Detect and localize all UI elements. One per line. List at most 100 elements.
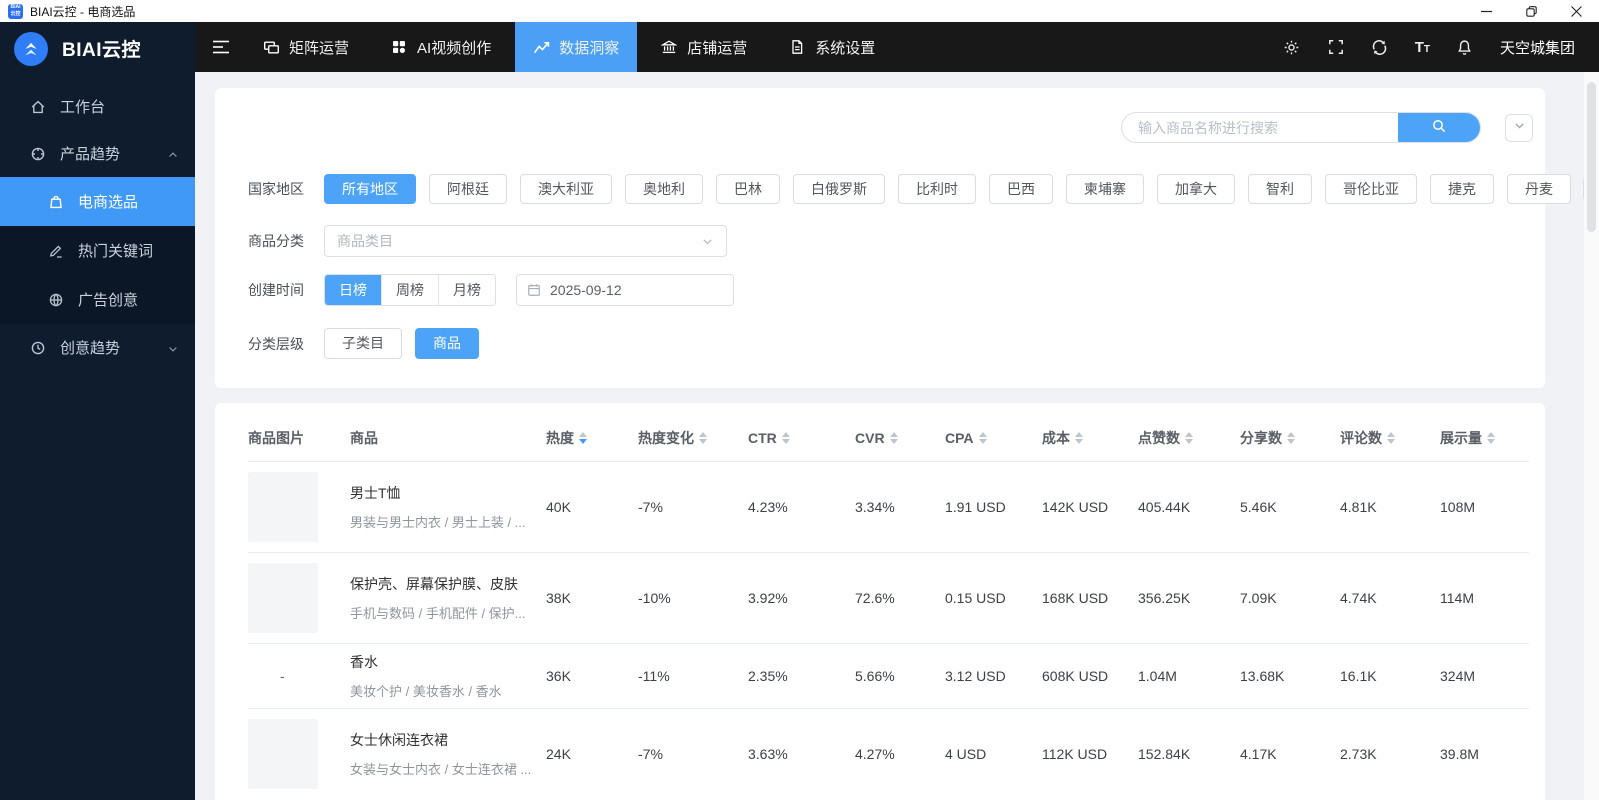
sort-icon[interactable]	[1075, 432, 1083, 444]
tab-daily[interactable]: 日榜	[325, 275, 381, 305]
tab-weekly[interactable]: 周榜	[381, 275, 438, 305]
sort-icon[interactable]	[1487, 432, 1495, 444]
nav-item-data-insight[interactable]: 数据洞察	[515, 22, 638, 72]
table-row[interactable]: 男士T恤 男装与男士内衣 / 男士上装 / ... 40K -7% 4.23% …	[248, 461, 1529, 552]
clock-icon	[30, 340, 46, 356]
tab-monthly[interactable]: 月榜	[438, 275, 495, 305]
chevron-down-icon	[167, 342, 179, 354]
product-image	[248, 472, 318, 542]
sidebar-item-ecommerce-selection[interactable]: 电商选品	[0, 177, 195, 226]
country-option[interactable]: 加拿大	[1157, 174, 1235, 204]
restore-button[interactable]	[1509, 0, 1554, 22]
country-option[interactable]: 阿根廷	[429, 174, 507, 204]
column-header: 商品	[350, 430, 378, 446]
sort-icon[interactable]	[1287, 432, 1295, 444]
country-option[interactable]: 巴林	[716, 174, 780, 204]
heat-cell: 24K	[546, 746, 571, 762]
column-header: 展示量	[1440, 428, 1529, 448]
nav-item-matrix-operation[interactable]: 矩阵运营	[245, 22, 367, 72]
nav-item-label: 矩阵运营	[289, 39, 350, 57]
shares-cell: 4.17K	[1240, 746, 1277, 762]
product-cell: 男士T恤 男装与男士内衣 / 男士上装 / ...	[350, 483, 546, 531]
sidebar-group-product-trend[interactable]: 产品趋势	[0, 130, 195, 177]
sort-icon[interactable]	[781, 432, 790, 444]
font-size-icon[interactable]: TT	[1415, 39, 1430, 56]
sort-icon[interactable]	[889, 432, 898, 444]
nav-item-shop-operation[interactable]: 店铺运营	[643, 22, 765, 72]
shares-cell: 7.09K	[1240, 590, 1277, 606]
nav-item-label: 数据洞察	[559, 39, 620, 57]
nav-item-ai-video[interactable]: AI视频创作	[373, 22, 509, 72]
collapse-menu-icon[interactable]	[203, 22, 239, 72]
country-option[interactable]: 奥地利	[625, 174, 703, 204]
sidebar-item-hot-keywords[interactable]: 热门关键词	[0, 226, 195, 275]
window-title: BIAI云控 - 电商选品	[30, 4, 136, 19]
ctr-cell: 3.63%	[748, 746, 788, 762]
category-select-placeholder: 商品类目	[337, 233, 393, 249]
column-header: CVR	[855, 430, 945, 446]
level-option-subcategory[interactable]: 子类目	[324, 328, 402, 359]
product-category-path: 美妆个护 / 美妆香水 / 香水	[350, 684, 502, 699]
cost-cell: 608K USD	[1042, 668, 1109, 684]
country-option[interactable]: 智利	[1248, 174, 1312, 204]
close-button[interactable]	[1554, 0, 1599, 22]
collapse-panel-button[interactable]	[1505, 113, 1533, 142]
shares-cell: 13.68K	[1240, 668, 1285, 684]
sort-icon[interactable]	[1185, 432, 1193, 444]
bell-icon[interactable]	[1456, 38, 1474, 56]
ctr-cell: 4.23%	[748, 499, 788, 515]
table-row[interactable]: 保护壳、屏幕保护膜、皮肤 手机与数码 / 手机配件 / 保护... 38K -1…	[248, 552, 1529, 643]
table-row[interactable]: 女士休闲连衣裙 女装与女士内衣 / 女士连衣裙 ... 24K -7% 3.63…	[248, 708, 1529, 799]
date-picker[interactable]: 2025-09-12	[516, 274, 734, 306]
sidebar-group-creative-trend[interactable]: 创意趋势	[0, 324, 195, 371]
scrollbar-thumb[interactable]	[1587, 82, 1596, 232]
sort-icon[interactable]	[579, 432, 587, 444]
table-row[interactable]: - 香水 美妆个护 / 美妆香水 / 香水 36K -11% 2.35% 5.6…	[248, 643, 1529, 708]
minimize-button[interactable]	[1464, 0, 1509, 22]
country-option[interactable]: 澳大利亚	[520, 174, 612, 204]
filter-label: 商品分类	[248, 233, 304, 249]
brand-name: BIAI云控	[62, 40, 142, 61]
sidebar-item-ad-creative[interactable]: 广告创意	[0, 275, 195, 324]
screens-icon	[263, 39, 280, 56]
nav-item-system-settings[interactable]: 系统设置	[771, 22, 893, 72]
country-option[interactable]: 哥伦比亚	[1325, 174, 1417, 204]
cpa-cell: 0.15 USD	[945, 590, 1006, 606]
window-titlebar: BIAI 云控 BIAI云控 - 电商选品	[0, 0, 1599, 22]
country-option[interactable]: 柬埔寨	[1066, 174, 1144, 204]
cost-cell: 142K USD	[1042, 499, 1109, 515]
fullscreen-icon[interactable]	[1327, 38, 1345, 56]
level-option-product[interactable]: 商品	[415, 328, 479, 359]
sort-icon[interactable]	[699, 432, 707, 444]
category-select[interactable]: 商品类目	[324, 225, 727, 257]
company-name: 天空城集团	[1499, 39, 1575, 57]
app-icon: BIAI 云控	[8, 3, 23, 19]
country-option[interactable]: 比利时	[898, 174, 976, 204]
country-option[interactable]: 捷克	[1430, 174, 1494, 204]
comments-cell: 4.74K	[1340, 590, 1377, 606]
cost-cell: 112K USD	[1042, 746, 1108, 762]
product-cell: 香水 美妆个护 / 美妆香水 / 香水	[350, 652, 546, 700]
column-header: 评论数	[1340, 428, 1440, 448]
country-option[interactable]: 所有地区	[324, 174, 416, 204]
country-option[interactable]: 巴西	[989, 174, 1053, 204]
sort-icon[interactable]	[1387, 432, 1395, 444]
country-option[interactable]: 丹麦	[1507, 174, 1571, 204]
sidebar-item-workbench[interactable]: 工作台	[0, 83, 195, 130]
search-button[interactable]	[1398, 113, 1480, 142]
refresh-icon[interactable]	[1371, 38, 1389, 56]
sort-icon[interactable]	[978, 432, 987, 444]
ctr-cell: 2.35%	[748, 668, 788, 684]
country-option[interactable]: 白俄罗斯	[793, 174, 885, 204]
heat-change-cell: -11%	[638, 668, 670, 684]
column-header: 热度变化	[638, 428, 748, 448]
sidebar-item-label: 工作台	[60, 99, 106, 116]
search-input[interactable]	[1122, 113, 1398, 142]
settings-gear-icon[interactable]	[1283, 38, 1301, 56]
cpa-cell: 3.12 USD	[945, 668, 1006, 684]
heat-cell: 40K	[546, 499, 571, 515]
chevron-up-icon	[167, 148, 179, 160]
likes-cell: 356.25K	[1138, 590, 1191, 606]
page-scrollbar[interactable]	[1584, 72, 1599, 800]
impressions-cell: 39.8M	[1440, 746, 1479, 762]
